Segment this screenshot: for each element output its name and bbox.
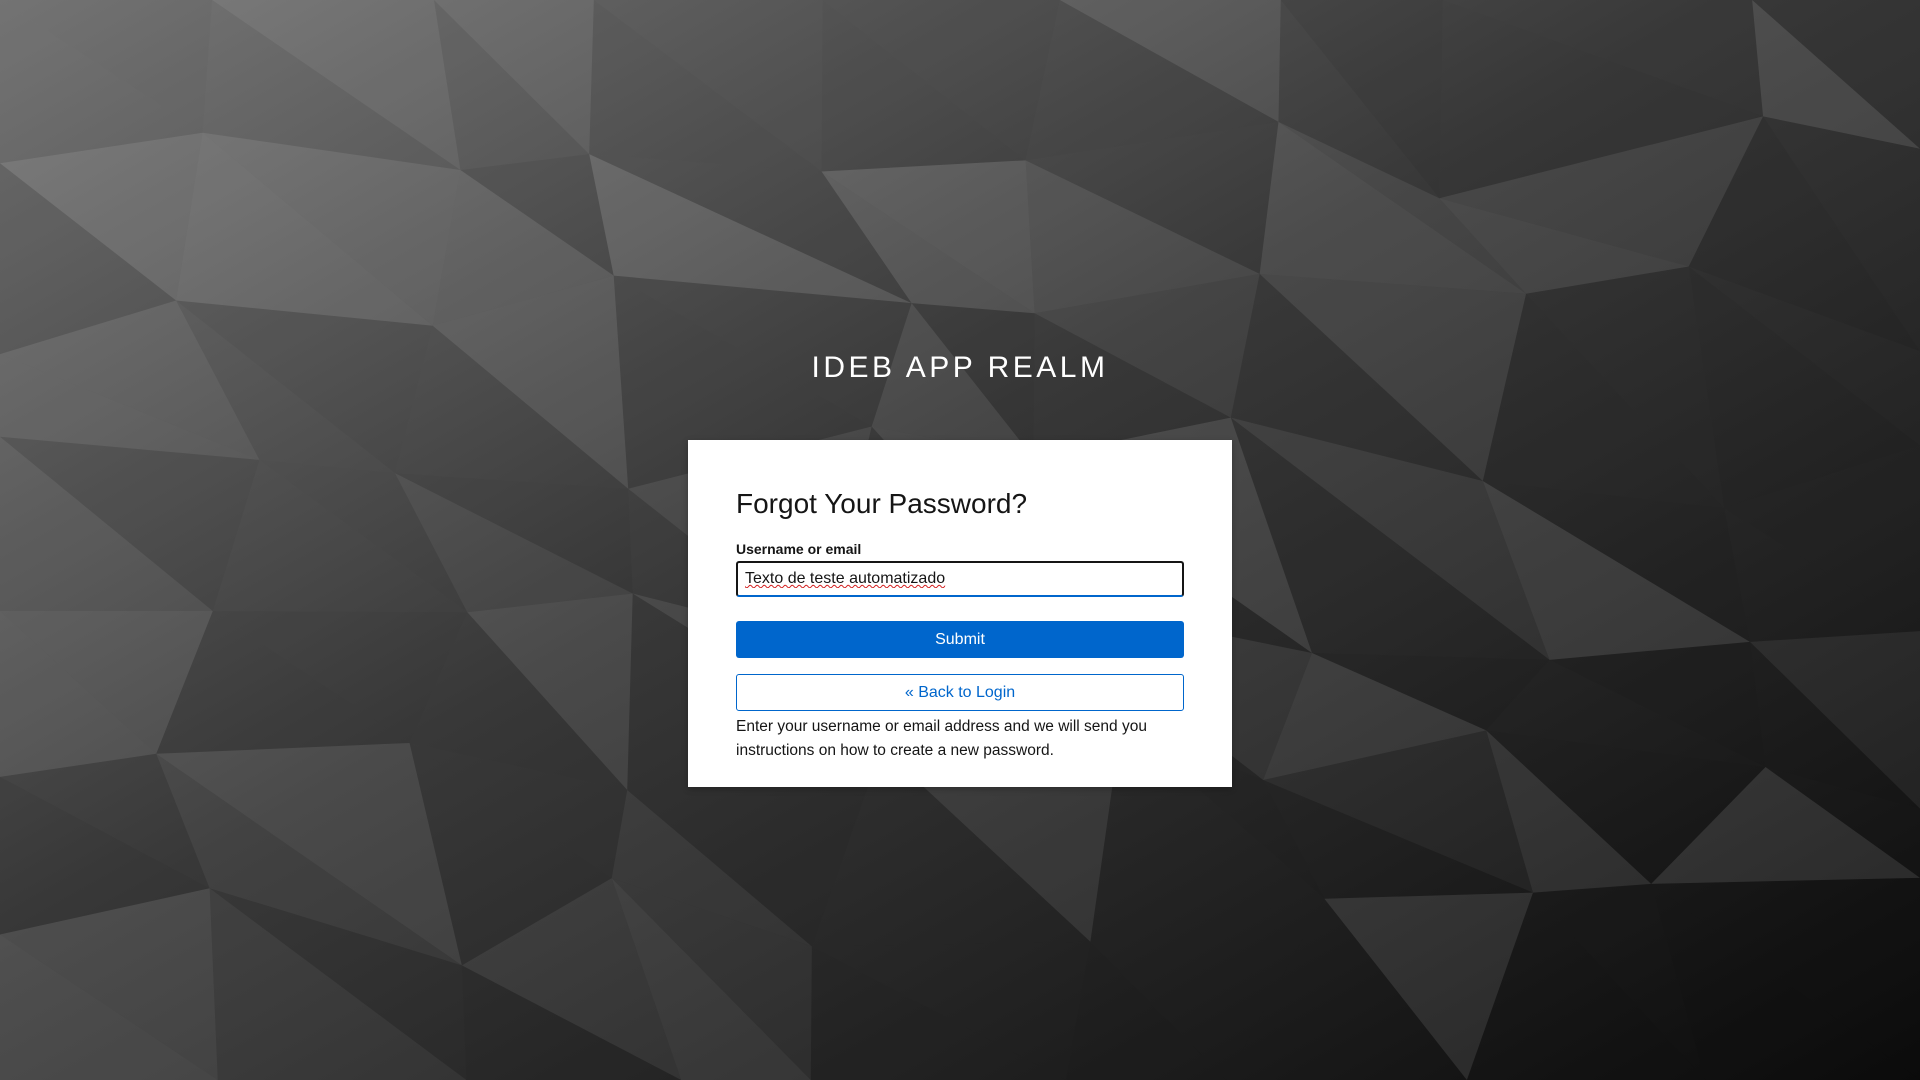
realm-title: IDEB APP REALM xyxy=(811,351,1109,384)
forgot-password-card: Forgot Your Password? Username or email … xyxy=(688,440,1232,787)
instructions-text: Enter your username or email address and… xyxy=(736,718,1147,759)
username-label: Username or email xyxy=(736,541,862,557)
username-input[interactable] xyxy=(736,561,1184,597)
submit-button[interactable]: Submit xyxy=(736,621,1184,658)
page-title: Forgot Your Password? xyxy=(736,488,1028,519)
back-to-login-link[interactable]: « Back to Login xyxy=(736,674,1184,711)
